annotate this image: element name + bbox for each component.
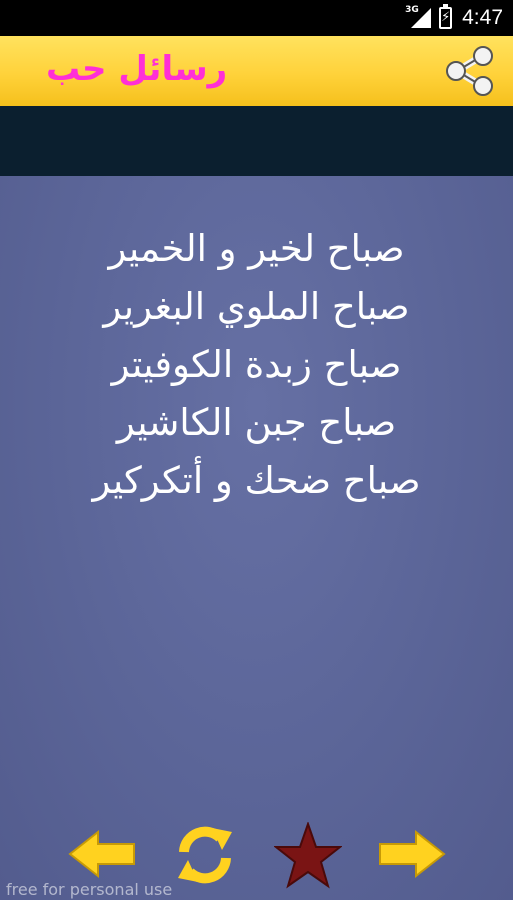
previous-button[interactable] bbox=[68, 826, 138, 886]
watermark: free for personal use bbox=[6, 880, 173, 899]
app-title: رسائل حب bbox=[46, 49, 228, 89]
next-button[interactable] bbox=[376, 826, 446, 886]
arrow-right-icon bbox=[379, 829, 446, 879]
share-icon bbox=[446, 46, 493, 96]
network-type: 3G bbox=[405, 5, 419, 15]
refresh-button[interactable] bbox=[172, 822, 238, 892]
signal-icon: 3G bbox=[405, 5, 433, 30]
app-screen: 3G ⚡ 4:47 رسائل حب صباح لخير و الخمير صب… bbox=[0, 0, 513, 900]
refresh-icon bbox=[178, 826, 232, 884]
status-icons: 3G ⚡ 4:47 bbox=[405, 0, 503, 36]
message-text: صباح لخير و الخمير صباح الملوي البغرير ص… bbox=[30, 220, 483, 510]
favorite-button[interactable] bbox=[273, 820, 343, 894]
battery-icon: ⚡ bbox=[439, 4, 453, 29]
share-button[interactable] bbox=[443, 44, 497, 98]
arrow-left-icon bbox=[68, 829, 135, 879]
message-line: صباح جبن الكاشير bbox=[116, 401, 397, 444]
status-bar: 3G ⚡ 4:47 bbox=[0, 0, 513, 36]
message-line: صباح ضحك و أتكركير bbox=[92, 459, 421, 502]
message-line: صباح الملوي البغرير bbox=[103, 285, 410, 328]
message-line: صباح لخير و الخمير bbox=[108, 227, 405, 270]
clock: 4:47 bbox=[462, 6, 503, 29]
ad-banner-area bbox=[0, 106, 513, 176]
app-header: رسائل حب bbox=[0, 36, 513, 106]
message-line: صباح زبدة الكوفيتر bbox=[111, 343, 402, 386]
star-icon bbox=[273, 820, 343, 889]
